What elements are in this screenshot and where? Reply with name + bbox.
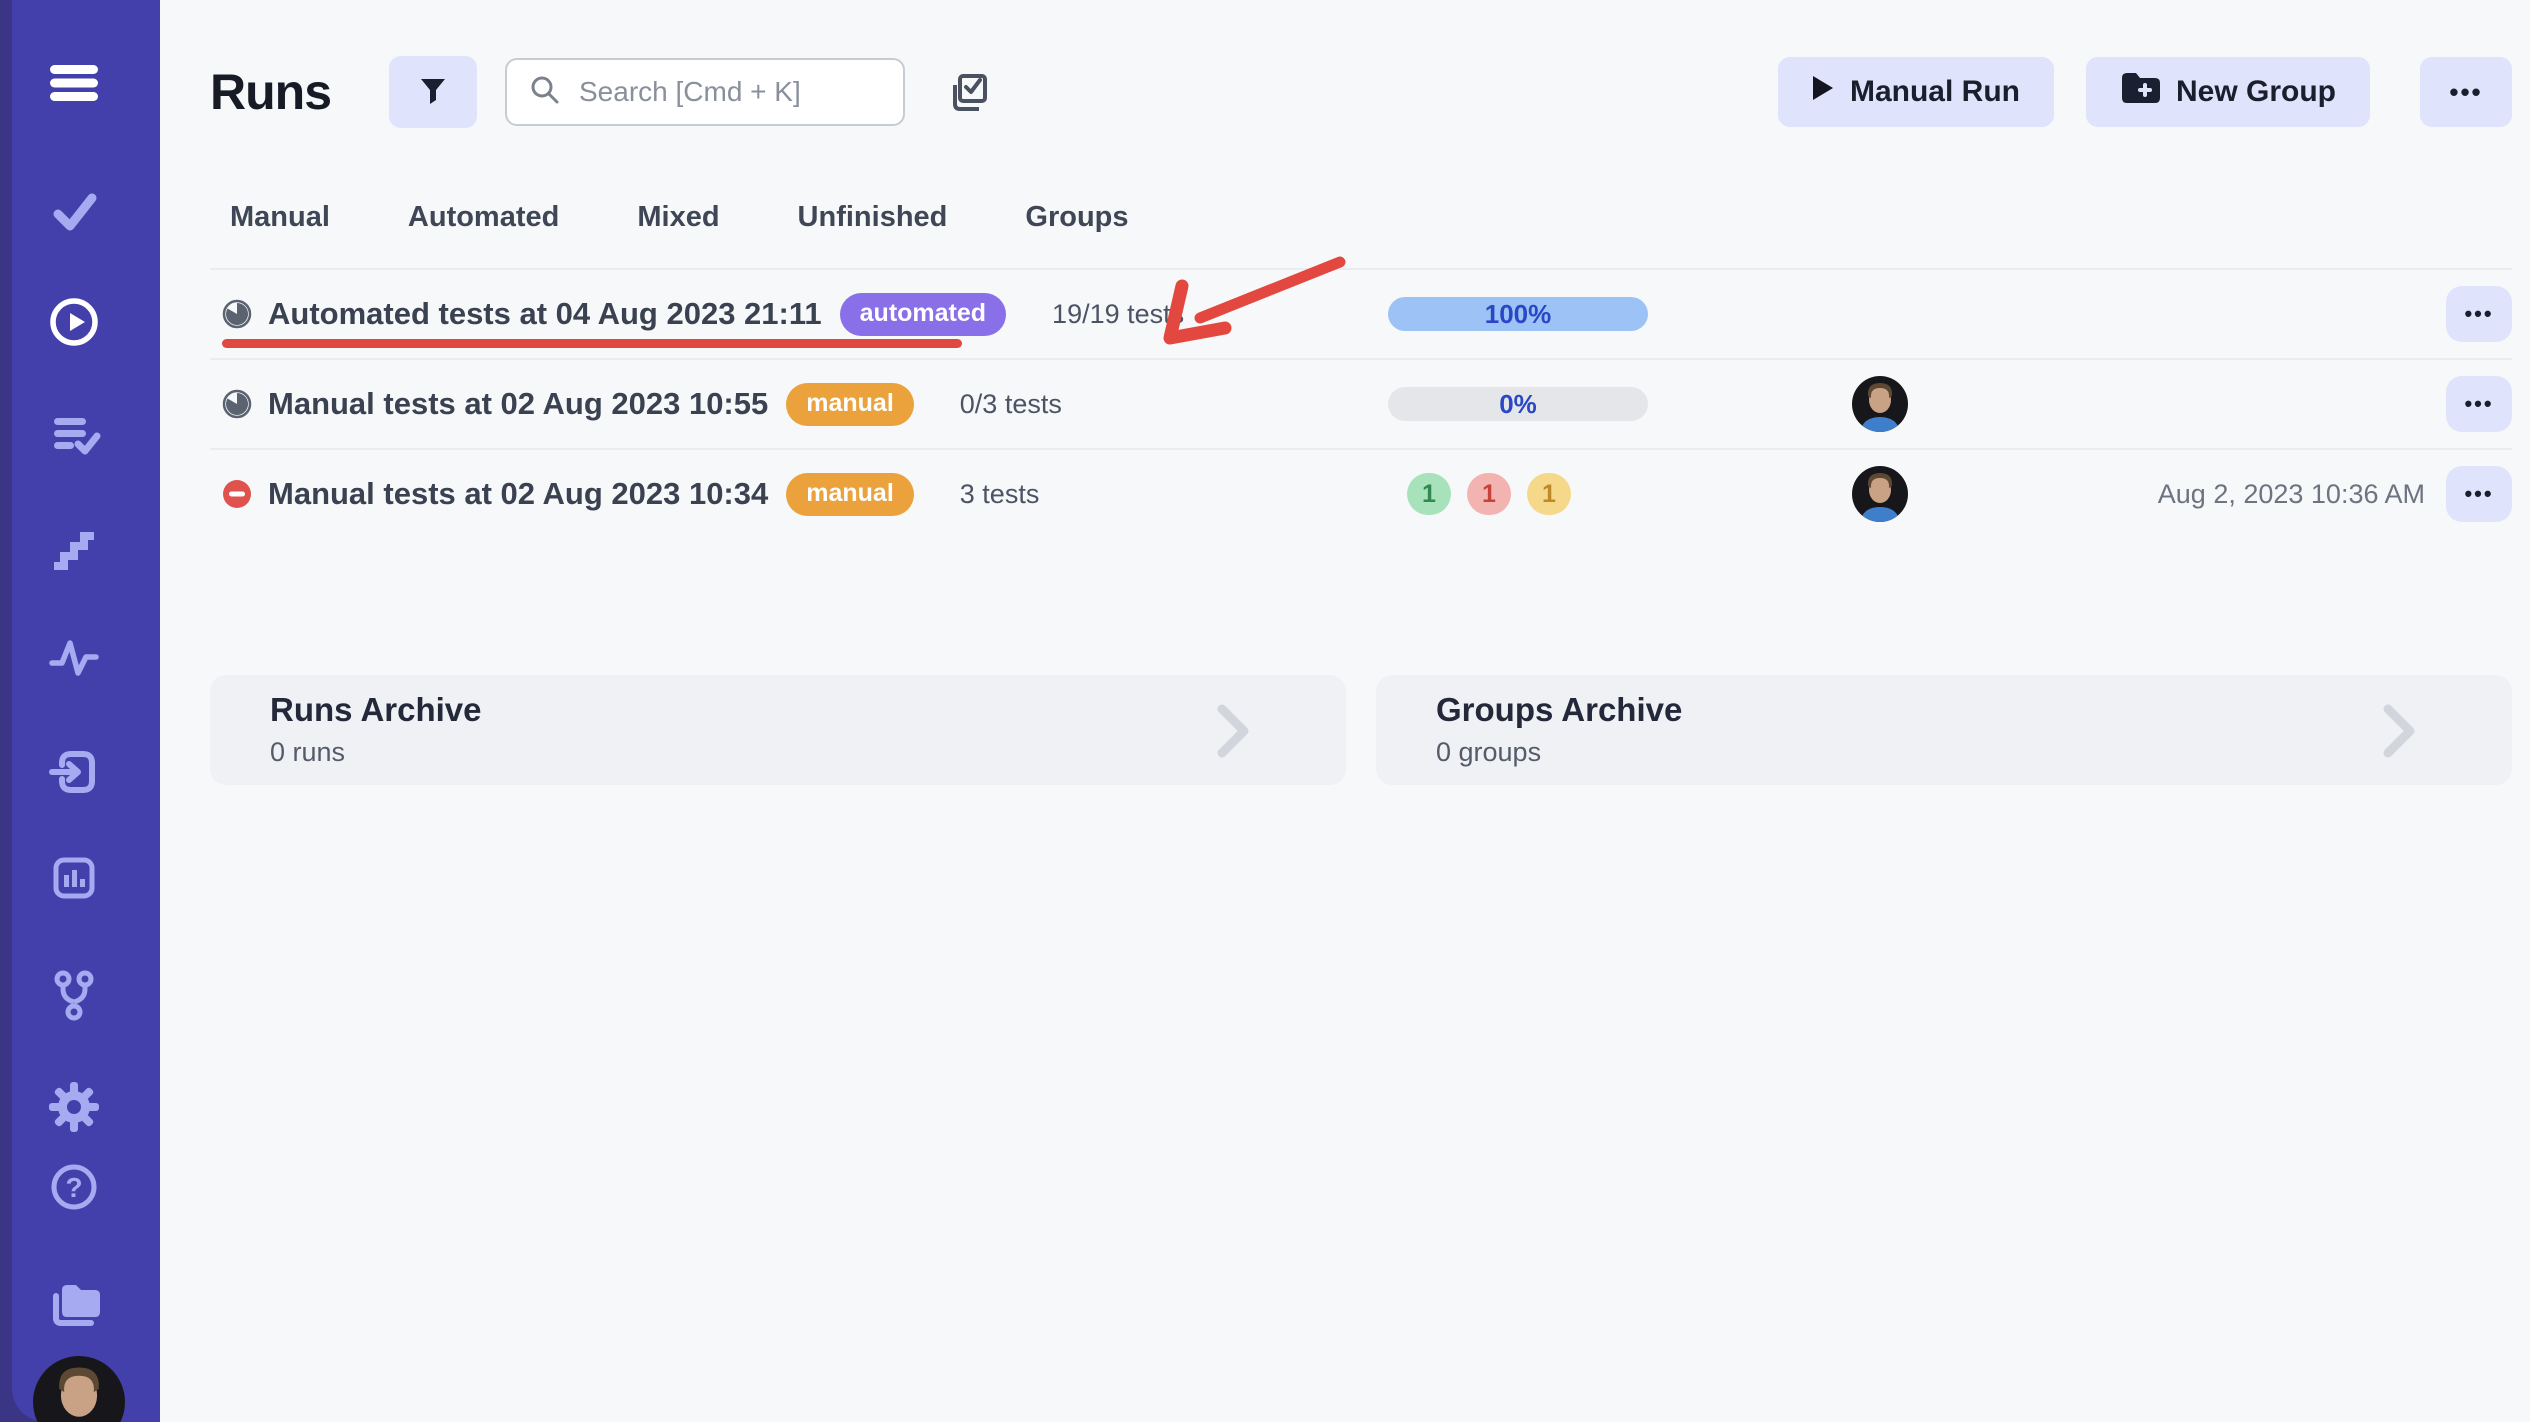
- run-type-badge: manual: [786, 473, 914, 516]
- groups-archive-title: Groups Archive: [1436, 691, 2512, 729]
- runs-archive-card[interactable]: Runs Archive 0 runs: [210, 675, 1346, 785]
- run-state-circle-icon: [222, 389, 252, 419]
- run-finished-timestamp: Aug 2, 2023 10:36 AM: [2158, 479, 2425, 510]
- annotation-red-underline: [222, 339, 962, 348]
- manual-run-button[interactable]: Manual Run: [1778, 57, 2054, 127]
- folder-plus-icon: [2120, 70, 2160, 114]
- progress-bar-0: 0%: [1388, 387, 1648, 421]
- checklist-icon[interactable]: [0, 406, 148, 462]
- assignee-avatar[interactable]: [1852, 466, 1908, 522]
- run-type-badge: manual: [786, 383, 914, 426]
- ellipsis-icon: •••: [2464, 303, 2493, 325]
- chevron-right-icon: [2382, 703, 2416, 764]
- groups-archive-card[interactable]: Groups Archive 0 groups: [1376, 675, 2512, 785]
- header: Runs: [210, 55, 2512, 129]
- blocked-count-badge: 1: [1527, 473, 1571, 515]
- stopped-circle-icon: [222, 479, 252, 509]
- run-result-counts: 1 1 1: [1407, 473, 1571, 515]
- filter-funnel-icon: [417, 75, 449, 110]
- sidebar: ?: [0, 0, 160, 1422]
- ellipsis-icon: •••: [2464, 393, 2493, 415]
- run-tests-count: 0/3 tests: [960, 389, 1062, 420]
- chevron-right-icon: [1216, 703, 1250, 764]
- run-row-manual-1034[interactable]: Manual tests at 02 Aug 2023 10:34 manual…: [210, 448, 2512, 538]
- search-input[interactable]: [577, 75, 901, 109]
- run-title: Manual tests at 02 Aug 2023 10:34: [268, 476, 768, 512]
- menu-icon[interactable]: [0, 55, 148, 111]
- search-box: [505, 58, 905, 126]
- groups-archive-count: 0 groups: [1436, 737, 2512, 768]
- projects-folders-icon[interactable]: [0, 1274, 148, 1330]
- new-group-button[interactable]: New Group: [2086, 57, 2370, 127]
- svg-text:?: ?: [65, 1172, 82, 1203]
- runs-page: ? Runs: [0, 0, 2530, 1422]
- run-menu-button[interactable]: •••: [2446, 286, 2512, 342]
- import-icon[interactable]: [0, 744, 148, 800]
- progress-bar-100: 100%: [1388, 297, 1648, 331]
- tab-unfinished[interactable]: Unfinished: [798, 201, 948, 234]
- main-content: Runs: [160, 0, 2530, 1422]
- run-menu-button[interactable]: •••: [2446, 376, 2512, 432]
- header-more-button[interactable]: •••: [2420, 57, 2512, 127]
- failed-count-badge: 1: [1467, 473, 1511, 515]
- tab-automated[interactable]: Automated: [408, 201, 559, 234]
- run-title: Automated tests at 04 Aug 2023 21:11: [268, 296, 822, 332]
- runs-archive-title: Runs Archive: [270, 691, 1346, 729]
- play-circle-icon[interactable]: [0, 294, 148, 350]
- steps-icon[interactable]: [0, 520, 148, 576]
- play-icon: [1812, 75, 1834, 109]
- run-tests-count: 3 tests: [960, 479, 1040, 510]
- new-group-label: New Group: [2176, 75, 2336, 109]
- ellipsis-icon: •••: [2464, 483, 2493, 505]
- assignee-avatar[interactable]: [1852, 376, 1908, 432]
- help-icon[interactable]: ?: [0, 1159, 148, 1215]
- run-type-badge: automated: [840, 293, 1006, 336]
- manual-run-label: Manual Run: [1850, 75, 2020, 109]
- select-all-icon[interactable]: [945, 69, 991, 115]
- tab-mixed[interactable]: Mixed: [637, 201, 719, 234]
- search-icon: [529, 74, 561, 111]
- run-row-automated[interactable]: Automated tests at 04 Aug 2023 21:11 aut…: [210, 268, 2512, 358]
- filter-button[interactable]: [389, 56, 477, 128]
- tab-groups[interactable]: Groups: [1025, 201, 1128, 234]
- runs-archive-count: 0 runs: [270, 737, 1346, 768]
- settings-gear-icon[interactable]: [0, 1079, 148, 1135]
- run-progress: 100%: [1388, 297, 1648, 331]
- run-row-manual-1055[interactable]: Manual tests at 02 Aug 2023 10:55 manual…: [210, 358, 2512, 448]
- run-progress: 0%: [1388, 387, 1648, 421]
- branches-icon[interactable]: [0, 967, 148, 1023]
- run-title: Manual tests at 02 Aug 2023 10:55: [268, 386, 768, 422]
- archives: Runs Archive 0 runs Groups Archive 0 gro…: [210, 675, 2512, 785]
- run-list: Automated tests at 04 Aug 2023 21:11 aut…: [210, 268, 2512, 538]
- run-type-tabs: Manual Automated Mixed Unfinished Groups: [230, 201, 2512, 234]
- reports-icon[interactable]: [0, 850, 148, 906]
- tab-manual[interactable]: Manual: [230, 201, 330, 234]
- activity-icon[interactable]: [0, 629, 148, 685]
- passed-count-badge: 1: [1407, 473, 1451, 515]
- check-icon[interactable]: [0, 184, 148, 240]
- run-tests-count: 19/19 tests: [1052, 299, 1184, 330]
- ellipsis-icon: •••: [2449, 79, 2482, 105]
- page-title: Runs: [210, 63, 331, 121]
- run-state-circle-icon: [222, 299, 252, 329]
- run-menu-button[interactable]: •••: [2446, 466, 2512, 522]
